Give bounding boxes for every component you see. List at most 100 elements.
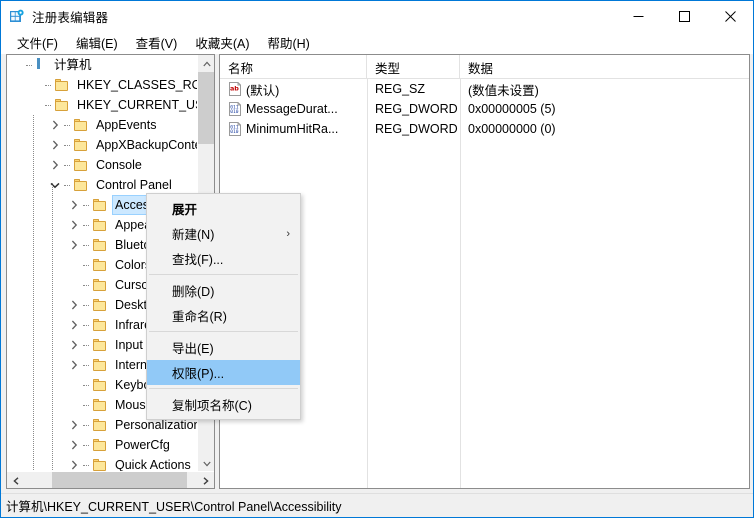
chevron-right-icon[interactable] [66, 237, 82, 253]
folder-icon [73, 178, 89, 192]
context-menu-item[interactable]: 删除(D) [147, 278, 300, 303]
context-menu-item[interactable]: 查找(F)... [147, 246, 300, 271]
folder-icon [92, 298, 108, 312]
values-list[interactable]: ab (默认) REG_SZ (数值未设置) 011 010 MessageDurat...… [220, 79, 749, 139]
chevron-right-icon[interactable] [66, 357, 82, 373]
tree-item-quick-actions[interactable]: Quick Actions [7, 455, 197, 472]
tree-item-console[interactable]: Console [7, 155, 197, 175]
value-data-cell: 0x00000005 (5) [468, 102, 556, 116]
tree-item-appxbackupcontenttype[interactable]: AppXBackupContentType [7, 135, 197, 155]
tree-item-control-panel[interactable]: Control Panel [7, 175, 197, 195]
chevron-down-icon[interactable] [47, 177, 63, 193]
menu-help[interactable]: 帮助(H) [258, 31, 318, 55]
chevron-right-icon[interactable] [66, 317, 82, 333]
chevron-right-icon[interactable] [47, 157, 63, 173]
context-menu-item[interactable]: 权限(P)... [147, 360, 300, 385]
context-menu-item[interactable]: 重命名(R) [147, 303, 300, 328]
folder-icon [92, 258, 108, 272]
scroll-right-button[interactable] [197, 472, 214, 488]
scroll-down-button[interactable] [198, 455, 214, 472]
tree-item-powercfg[interactable]: PowerCfg [7, 435, 197, 455]
folder-icon [92, 198, 108, 212]
chevron-right-icon[interactable] [47, 117, 63, 133]
menu-edit[interactable]: 编辑(E) [67, 31, 127, 55]
scroll-left-button[interactable] [7, 472, 24, 488]
tree-vertical-scroll-thumb[interactable] [198, 72, 214, 144]
menu-file[interactable]: 文件(F) [8, 31, 67, 55]
context-menu-item-label: 重命名(R) [172, 310, 227, 324]
context-menu-item[interactable]: 展开 [147, 196, 300, 221]
column-header-data[interactable]: 数据 [460, 55, 749, 79]
tree-item-hkey-current-user[interactable]: HKEY_CURRENT_USER [7, 95, 197, 115]
column-divider-name-type [367, 79, 368, 488]
value-row[interactable]: 011 010 MinimumHitRa... REG_DWORD 0x00000000… [220, 119, 749, 139]
folder-icon [73, 118, 89, 132]
tree-item-label: AppXBackupContentType [96, 138, 197, 152]
context-menu-separator [149, 274, 298, 275]
folder-icon [92, 418, 108, 432]
context-menu-item-label: 删除(D) [172, 285, 215, 299]
tree-connector-line [82, 417, 92, 433]
chevron-right-icon[interactable] [66, 217, 82, 233]
tree-connector-line [63, 137, 73, 153]
registry-key-context-menu[interactable]: 展开新建(N) › 查找(F)... 删除(D) 重命名(R) 导出(E) 权限(P)...… [146, 193, 301, 420]
status-path-text: 计算机\HKEY_CURRENT_USER\Control Panel\Acce… [6, 500, 342, 514]
value-name-label: MessageDurat... [246, 102, 338, 116]
chevron-right-icon[interactable] [66, 417, 82, 433]
tree-item-[interactable]: 计算机 [7, 55, 197, 75]
svg-text:010: 010 [230, 109, 239, 115]
folder-icon [92, 338, 108, 352]
tree-horizontal-scrollbar[interactable] [7, 471, 214, 488]
dword-value-icon: 011 010 [228, 122, 242, 136]
context-menu-separator [149, 388, 298, 389]
chevron-right-icon[interactable] [66, 297, 82, 313]
scroll-up-button[interactable] [198, 55, 214, 72]
tree-item-hkey-classes-root[interactable]: HKEY_CLASSES_ROOT [7, 75, 197, 95]
tree-horizontal-scroll-thumb[interactable] [52, 472, 187, 488]
maximize-button[interactable] [661, 1, 707, 31]
chevron-right-icon[interactable] [66, 437, 82, 453]
context-menu-item[interactable]: 复制项名称(C) [147, 392, 300, 417]
svg-text:010: 010 [230, 129, 239, 135]
tree-item-appevents[interactable]: AppEvents [7, 115, 197, 135]
menu-view[interactable]: 查看(V) [127, 31, 187, 55]
minimize-button[interactable] [615, 1, 661, 31]
value-type-cell: REG_DWORD [375, 102, 458, 116]
value-name-cell: 011 010 MinimumHitRa... [220, 119, 367, 139]
tree-connector-line [82, 437, 92, 453]
tree-item-label: PowerCfg [115, 438, 170, 452]
context-menu-item[interactable]: 导出(E) [147, 335, 300, 360]
tree-connector-line [25, 57, 35, 73]
column-header-type[interactable]: 类型 [367, 55, 460, 79]
context-menu-item-label: 查找(F)... [172, 253, 224, 267]
value-row[interactable]: ab (默认) REG_SZ (数值未设置) [220, 79, 749, 99]
column-header-label: 名称 [228, 61, 254, 76]
folder-icon [92, 358, 108, 372]
chevron-right-icon[interactable] [66, 197, 82, 213]
column-divider-type-data [460, 79, 461, 488]
tree-no-expander [66, 377, 82, 393]
close-button[interactable] [707, 1, 753, 31]
values-column-header: 名称 类型 数据 [220, 55, 749, 79]
menu-favorites[interactable]: 收藏夹(A) [186, 31, 258, 55]
value-name-cell: ab (默认) [220, 79, 367, 99]
tree-item-label: Quick Actions [115, 458, 191, 472]
folder-icon [92, 318, 108, 332]
context-menu-item[interactable]: 新建(N) › [147, 221, 300, 246]
folder-icon [92, 378, 108, 392]
folder-icon [92, 278, 108, 292]
chevron-right-icon[interactable] [47, 137, 63, 153]
chevron-right-icon[interactable] [66, 337, 82, 353]
chevron-right-icon[interactable] [66, 457, 82, 472]
column-header-name[interactable]: 名称 [220, 55, 367, 79]
value-row[interactable]: 011 010 MessageDurat... REG_DWORD 0x00000005… [220, 99, 749, 119]
context-menu-item-label: 展开 [172, 203, 198, 217]
